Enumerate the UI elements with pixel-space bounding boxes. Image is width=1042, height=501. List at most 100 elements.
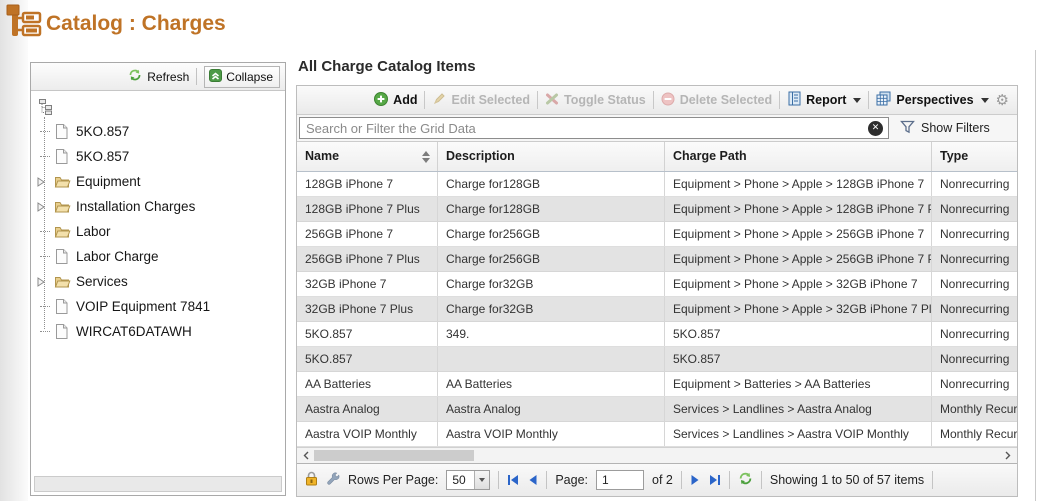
tree-connector [37, 306, 54, 307]
charge-grid-panel: Add Edit Selected Toggle Status [296, 85, 1018, 497]
cell-name: AA Batteries [297, 372, 438, 396]
cell-description: Charge for32GB [438, 297, 665, 321]
sort-icon[interactable] [422, 151, 430, 163]
table-row[interactable]: 5KO.8575KO.857Nonrecurring [297, 347, 1017, 372]
first-page-button[interactable] [507, 474, 520, 486]
tree-root-icon[interactable] [39, 99, 281, 115]
toolbar-separator [196, 68, 197, 85]
toggle-status-button[interactable]: Toggle Status [545, 92, 646, 109]
column-header-label: Type [940, 142, 968, 171]
cell-description: Charge for256GB [438, 247, 665, 271]
table-row[interactable]: 128GB iPhone 7Charge for128GBEquipment >… [297, 172, 1017, 197]
tree-item[interactable]: VOIP Equipment 7841 [37, 294, 281, 319]
cell-type: Nonrecurring [932, 322, 1017, 346]
document-icon [54, 323, 71, 340]
tree-item[interactable]: WIRCAT6DATAWH [37, 319, 281, 344]
collapse-button[interactable]: Collapse [204, 66, 280, 88]
horizontal-scrollbar[interactable] [297, 447, 1017, 463]
tree-expander-icon[interactable] [37, 202, 54, 212]
tree-expander-icon[interactable] [37, 177, 54, 187]
add-icon [374, 92, 388, 109]
table-row[interactable]: AA BatteriesAA BatteriesEquipment > Batt… [297, 372, 1017, 397]
refresh-icon [128, 68, 142, 85]
scroll-left-icon[interactable] [299, 448, 313, 463]
tree-items: 5KO.857 5KO.857 EquipmentInstallation Char… [37, 119, 281, 344]
pager-separator [761, 471, 762, 489]
tree-expander-icon[interactable] [37, 277, 54, 287]
cell-type: Nonrecurring [932, 347, 1017, 371]
cell-name: Aastra Analog [297, 397, 438, 421]
cell-description: Aastra VOIP Monthly [438, 422, 665, 446]
toggle-status-label: Toggle Status [564, 93, 646, 107]
toolbar-separator [424, 91, 425, 109]
last-page-button[interactable] [708, 474, 721, 486]
rows-per-page-select[interactable]: 50 [446, 470, 490, 490]
horizontal-scrollbar-thumb[interactable] [314, 450, 474, 461]
show-filters-button[interactable]: Show Filters [891, 115, 1017, 141]
cell-type: Monthly Recurring [932, 397, 1017, 421]
perspectives-button[interactable]: Perspectives [876, 91, 988, 109]
table-row[interactable]: Aastra AnalogAastra AnalogServices > Lan… [297, 397, 1017, 422]
table-row[interactable]: Aastra VOIP MonthlyAastra VOIP MonthlySe… [297, 422, 1017, 447]
column-header-description[interactable]: Description [438, 142, 665, 171]
table-row[interactable]: 5KO.857349.5KO.857Nonrecurring [297, 322, 1017, 347]
page-number-input[interactable] [596, 470, 644, 490]
pager-separator [729, 471, 730, 489]
grid-header-row: Name Description Charge Path Type [297, 142, 1017, 172]
chevron-down-icon [981, 98, 989, 103]
perspectives-icon [876, 91, 891, 109]
refresh-button[interactable]: Refresh [128, 68, 189, 85]
table-row[interactable]: 256GB iPhone 7Charge for256GBEquipment >… [297, 222, 1017, 247]
lock-icon[interactable] [305, 471, 318, 489]
catalog-hierarchy-icon [5, 3, 43, 48]
column-header-label: Name [305, 142, 339, 171]
search-input[interactable] [300, 118, 888, 138]
document-icon [54, 248, 71, 265]
edit-selected-button[interactable]: Edit Selected [432, 92, 530, 109]
tree-item-label: Labor [76, 224, 111, 239]
report-button[interactable]: Report [787, 91, 861, 109]
cell-path: Services > Landlines > Aastra VOIP Month… [665, 422, 932, 446]
section-title: All Charge Catalog Items [298, 58, 476, 75]
tree-item[interactable]: Labor [37, 219, 281, 244]
showing-status: Showing 1 to 50 of 57 items [770, 473, 924, 487]
rows-per-page-value: 50 [447, 471, 474, 489]
page-label: Page: [555, 473, 588, 487]
funnel-icon [900, 120, 915, 137]
toolbar-separator [653, 91, 654, 109]
delete-icon [661, 92, 675, 109]
next-page-button[interactable] [690, 474, 700, 486]
tree-item[interactable]: Labor Charge [37, 244, 281, 269]
table-row[interactable]: 256GB iPhone 7 PlusCharge for256GBEquipm… [297, 247, 1017, 272]
column-header-charge-path[interactable]: Charge Path [665, 142, 932, 171]
table-row[interactable]: 128GB iPhone 7 PlusCharge for128GBEquipm… [297, 197, 1017, 222]
collapse-label: Collapse [226, 70, 273, 84]
tree-item[interactable]: Services [37, 269, 281, 294]
delete-selected-label: Delete Selected [680, 93, 772, 107]
cell-description: AA Batteries [438, 372, 665, 396]
delete-selected-button[interactable]: Delete Selected [661, 92, 772, 109]
refresh-grid-icon[interactable] [738, 471, 753, 489]
tree-item[interactable]: 5KO.857 [37, 119, 281, 144]
cell-description: 349. [438, 322, 665, 346]
tree-item[interactable]: Installation Charges [37, 194, 281, 219]
cell-description: Charge for128GB [438, 197, 665, 221]
table-row[interactable]: 32GB iPhone 7 PlusCharge for32GBEquipmen… [297, 297, 1017, 322]
tree-item[interactable]: 5KO.857 [37, 144, 281, 169]
add-button[interactable]: Add [374, 92, 417, 109]
gear-icon[interactable]: ⚙ [996, 93, 1009, 108]
previous-page-button[interactable] [528, 474, 538, 486]
scroll-right-icon[interactable] [1001, 448, 1015, 463]
wrench-icon[interactable] [326, 472, 340, 489]
grid-toolbar: Add Edit Selected Toggle Status [297, 86, 1017, 115]
clear-search-icon[interactable]: ✕ [868, 121, 883, 136]
tree-item[interactable]: Equipment [37, 169, 281, 194]
column-header-name[interactable]: Name [297, 142, 438, 171]
chevron-down-icon [853, 98, 861, 103]
table-row[interactable]: 32GB iPhone 7Charge for32GBEquipment > P… [297, 272, 1017, 297]
cell-path: 5KO.857 [665, 347, 932, 371]
column-header-type[interactable]: Type [932, 142, 1017, 171]
cell-type: Nonrecurring [932, 197, 1017, 221]
tree-item-label: 5KO.857 [76, 149, 129, 164]
cell-description: Charge for256GB [438, 222, 665, 246]
